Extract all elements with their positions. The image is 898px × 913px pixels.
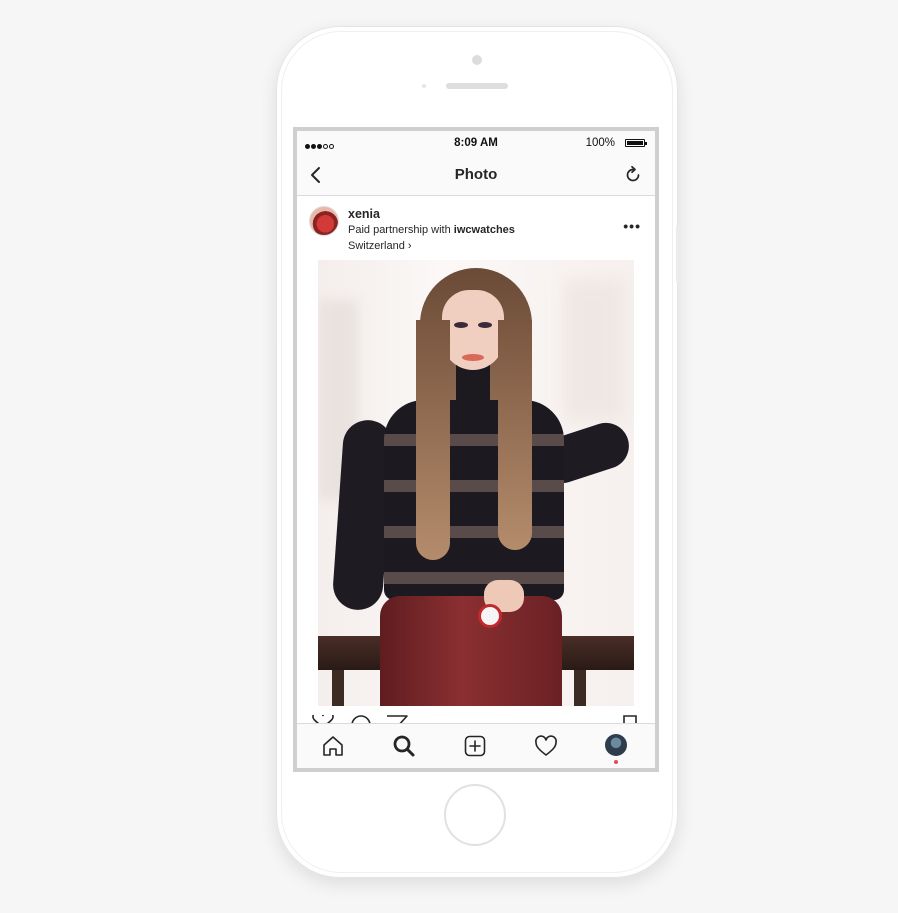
search-icon[interactable] — [392, 734, 416, 758]
post-username[interactable]: xenia — [348, 207, 380, 221]
photo-subject-hair — [416, 320, 450, 560]
comment-icon[interactable] — [349, 715, 373, 723]
post-location[interactable]: Switzerland › — [348, 240, 412, 252]
home-icon[interactable] — [321, 734, 345, 758]
avatar[interactable] — [309, 206, 339, 236]
photo-subject-hair — [498, 320, 532, 550]
home-button[interactable] — [444, 784, 506, 846]
page-title: Photo — [454, 166, 498, 183]
photo-railing-post — [332, 670, 344, 706]
front-camera — [472, 55, 482, 65]
photo-subject-lips — [462, 354, 484, 361]
like-heart-icon[interactable] — [311, 715, 335, 723]
notification-dot — [614, 760, 618, 764]
photo-subject-watch — [478, 604, 502, 628]
mute-switch — [272, 138, 276, 166]
volume-down-button — [272, 295, 276, 345]
post-header: xenia Paid partnership with iwcwatches S… — [297, 196, 655, 258]
partner-link[interactable]: iwcwatches — [454, 224, 515, 236]
photo-background — [564, 280, 624, 420]
photo-subject-top — [384, 400, 564, 600]
post-photo[interactable] — [318, 260, 634, 706]
new-post-icon[interactable] — [463, 734, 487, 758]
power-button — [676, 225, 680, 283]
photo-subject-neck — [456, 364, 490, 404]
refresh-icon[interactable] — [623, 165, 643, 185]
photo-subject-pants — [380, 596, 562, 706]
photo-railing-post — [574, 670, 586, 706]
photo-subject-eye — [454, 322, 468, 328]
profile-avatar[interactable] — [605, 734, 627, 756]
battery-icon — [625, 139, 647, 147]
phone-screen: 8:09 AM 100% Photo xenia Paid partnershi… — [293, 127, 659, 772]
tab-bar — [297, 723, 655, 768]
share-direct-icon[interactable] — [385, 715, 409, 723]
status-bar: 8:09 AM 100% — [297, 131, 655, 155]
activity-heart-icon[interactable] — [534, 734, 558, 758]
paid-partnership-label: Paid partnership with iwcwatches — [348, 224, 515, 236]
proximity-sensor — [422, 84, 426, 88]
volume-up-button — [272, 225, 276, 275]
bookmark-icon[interactable] — [621, 715, 639, 723]
photo-subject-eye — [478, 322, 492, 328]
battery-percentage: 100% — [585, 137, 615, 149]
partnership-prefix: Paid partnership with — [348, 224, 454, 236]
post-actions-bar — [297, 715, 655, 723]
more-horizontal-icon[interactable]: ••• — [623, 218, 641, 234]
earpiece-speaker — [446, 83, 508, 89]
navigation-bar: Photo — [297, 155, 655, 196]
